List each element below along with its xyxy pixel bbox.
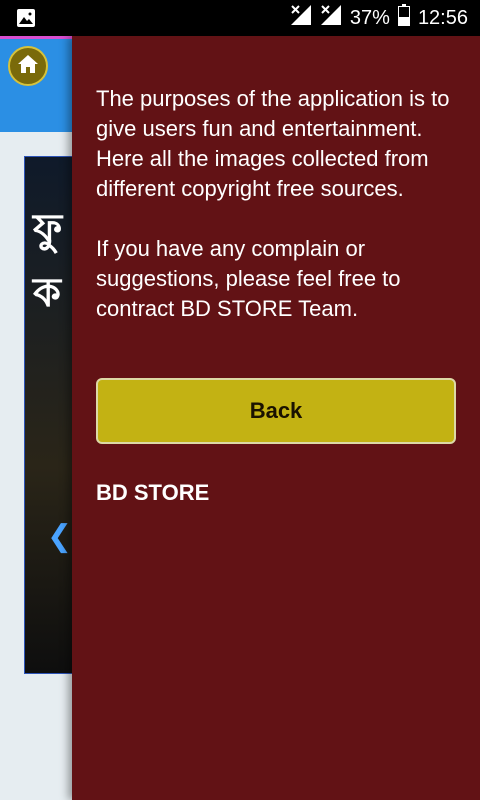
signal-icon bbox=[290, 4, 312, 32]
navigation-drawer: The purposes of the application is to gi… bbox=[72, 36, 480, 800]
back-button[interactable]: Back bbox=[96, 378, 456, 444]
image-notification-icon bbox=[16, 8, 36, 33]
slider-caption: ফু ক bbox=[33, 197, 62, 325]
status-icons: 37% 12:56 bbox=[290, 0, 468, 36]
slider-caption-line: ক bbox=[33, 271, 61, 315]
clock: 12:56 bbox=[417, 6, 468, 29]
status-bar: 37% 12:56 bbox=[0, 0, 480, 36]
home-icon bbox=[17, 53, 39, 80]
battery-percent: 37% bbox=[349, 6, 390, 29]
home-button[interactable] bbox=[8, 46, 48, 86]
signal-icon bbox=[320, 4, 342, 32]
screen: 37% 12:56 ফু ক ❮ The purposes of the app… bbox=[0, 0, 480, 800]
brand-label: BD STORE bbox=[96, 480, 210, 505]
battery-icon bbox=[397, 4, 410, 32]
about-text: The purposes of the application is to gi… bbox=[96, 86, 450, 321]
slider-caption-line: ফু bbox=[33, 207, 63, 251]
slider-prev-icon[interactable]: ❮ bbox=[47, 519, 72, 554]
